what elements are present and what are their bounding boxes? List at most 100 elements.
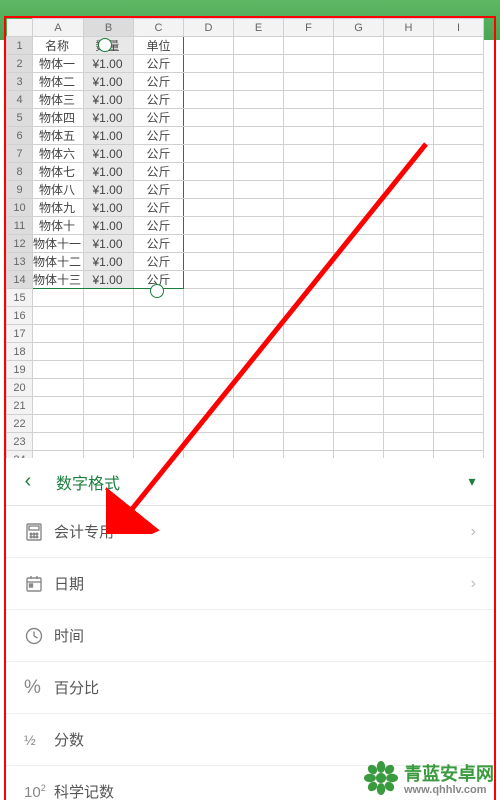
cell-E21[interactable] <box>234 397 284 415</box>
cell-G18[interactable] <box>334 343 384 361</box>
selection-handle-bottom[interactable] <box>150 284 164 298</box>
cell-D20[interactable] <box>184 379 234 397</box>
cell-F21[interactable] <box>284 397 334 415</box>
cell-B21[interactable] <box>84 397 134 415</box>
cell-C10[interactable]: 公斤 <box>134 199 184 217</box>
row-header-21[interactable]: 21 <box>7 397 33 415</box>
cell-E13[interactable] <box>234 253 284 271</box>
cell-I19[interactable] <box>434 361 484 379</box>
cell-H8[interactable] <box>384 163 434 181</box>
cell-F16[interactable] <box>284 307 334 325</box>
select-all-corner[interactable] <box>7 19 33 37</box>
row-header-18[interactable]: 18 <box>7 343 33 361</box>
dropdown-toggle[interactable]: ▾ <box>450 473 494 490</box>
cell-C1[interactable]: 单位 <box>134 37 184 55</box>
col-header-A[interactable]: A <box>33 19 84 37</box>
cell-C20[interactable] <box>134 379 184 397</box>
cell-F4[interactable] <box>284 91 334 109</box>
cell-H4[interactable] <box>384 91 434 109</box>
row-header-22[interactable]: 22 <box>7 415 33 433</box>
row-header-9[interactable]: 9 <box>7 181 33 199</box>
cell-E14[interactable] <box>234 271 284 289</box>
cell-C5[interactable]: 公斤 <box>134 109 184 127</box>
cell-A15[interactable] <box>33 289 84 307</box>
col-header-G[interactable]: G <box>334 19 384 37</box>
cell-F9[interactable] <box>284 181 334 199</box>
row-header-16[interactable]: 16 <box>7 307 33 325</box>
row-header-8[interactable]: 8 <box>7 163 33 181</box>
cell-I14[interactable] <box>434 271 484 289</box>
cell-D22[interactable] <box>184 415 234 433</box>
cell-A18[interactable] <box>33 343 84 361</box>
col-header-I[interactable]: I <box>434 19 484 37</box>
cell-B23[interactable] <box>84 433 134 451</box>
cell-A13[interactable]: 物体十二 <box>33 253 84 271</box>
cell-F23[interactable] <box>284 433 334 451</box>
cell-D11[interactable] <box>184 217 234 235</box>
cell-B18[interactable] <box>84 343 134 361</box>
cell-C12[interactable]: 公斤 <box>134 235 184 253</box>
cell-G12[interactable] <box>334 235 384 253</box>
cell-C9[interactable]: 公斤 <box>134 181 184 199</box>
cell-D17[interactable] <box>184 325 234 343</box>
row-header-13[interactable]: 13 <box>7 253 33 271</box>
cell-A10[interactable]: 物体九 <box>33 199 84 217</box>
cell-B19[interactable] <box>84 361 134 379</box>
cell-D13[interactable] <box>184 253 234 271</box>
cell-D14[interactable] <box>184 271 234 289</box>
cell-C11[interactable]: 公斤 <box>134 217 184 235</box>
cell-G13[interactable] <box>334 253 384 271</box>
cell-I21[interactable] <box>434 397 484 415</box>
cell-H22[interactable] <box>384 415 434 433</box>
col-header-F[interactable]: F <box>284 19 334 37</box>
cell-G1[interactable] <box>334 37 384 55</box>
cell-C3[interactable]: 公斤 <box>134 73 184 91</box>
cell-E15[interactable] <box>234 289 284 307</box>
col-header-H[interactable]: H <box>384 19 434 37</box>
cell-F13[interactable] <box>284 253 334 271</box>
cell-C13[interactable]: 公斤 <box>134 253 184 271</box>
cell-E8[interactable] <box>234 163 284 181</box>
cell-I2[interactable] <box>434 55 484 73</box>
cell-D9[interactable] <box>184 181 234 199</box>
cell-E5[interactable] <box>234 109 284 127</box>
cell-B10[interactable]: ¥1.00 <box>84 199 134 217</box>
cell-F22[interactable] <box>284 415 334 433</box>
cell-H17[interactable] <box>384 325 434 343</box>
cell-D2[interactable] <box>184 55 234 73</box>
cell-A2[interactable]: 物体一 <box>33 55 84 73</box>
cell-B16[interactable] <box>84 307 134 325</box>
cell-F3[interactable] <box>284 73 334 91</box>
row-header-3[interactable]: 3 <box>7 73 33 91</box>
cell-D21[interactable] <box>184 397 234 415</box>
cell-I17[interactable] <box>434 325 484 343</box>
cell-H18[interactable] <box>384 343 434 361</box>
cell-G22[interactable] <box>334 415 384 433</box>
cell-B15[interactable] <box>84 289 134 307</box>
cell-D6[interactable] <box>184 127 234 145</box>
cell-H23[interactable] <box>384 433 434 451</box>
back-button[interactable]: ‹ <box>6 470 50 493</box>
cell-F10[interactable] <box>284 199 334 217</box>
selection-handle-top[interactable] <box>98 38 112 52</box>
cell-I15[interactable] <box>434 289 484 307</box>
cell-A8[interactable]: 物体七 <box>33 163 84 181</box>
cell-E19[interactable] <box>234 361 284 379</box>
format-option-fraction[interactable]: ½分数 <box>6 714 494 766</box>
cell-G6[interactable] <box>334 127 384 145</box>
cell-E23[interactable] <box>234 433 284 451</box>
cell-A9[interactable]: 物体八 <box>33 181 84 199</box>
cell-B13[interactable]: ¥1.00 <box>84 253 134 271</box>
cell-A17[interactable] <box>33 325 84 343</box>
cell-A11[interactable]: 物体十 <box>33 217 84 235</box>
row-header-6[interactable]: 6 <box>7 127 33 145</box>
cell-H7[interactable] <box>384 145 434 163</box>
cell-H3[interactable] <box>384 73 434 91</box>
cell-H20[interactable] <box>384 379 434 397</box>
cell-I7[interactable] <box>434 145 484 163</box>
row-header-20[interactable]: 20 <box>7 379 33 397</box>
cell-D18[interactable] <box>184 343 234 361</box>
cell-E4[interactable] <box>234 91 284 109</box>
cell-I5[interactable] <box>434 109 484 127</box>
cell-I23[interactable] <box>434 433 484 451</box>
